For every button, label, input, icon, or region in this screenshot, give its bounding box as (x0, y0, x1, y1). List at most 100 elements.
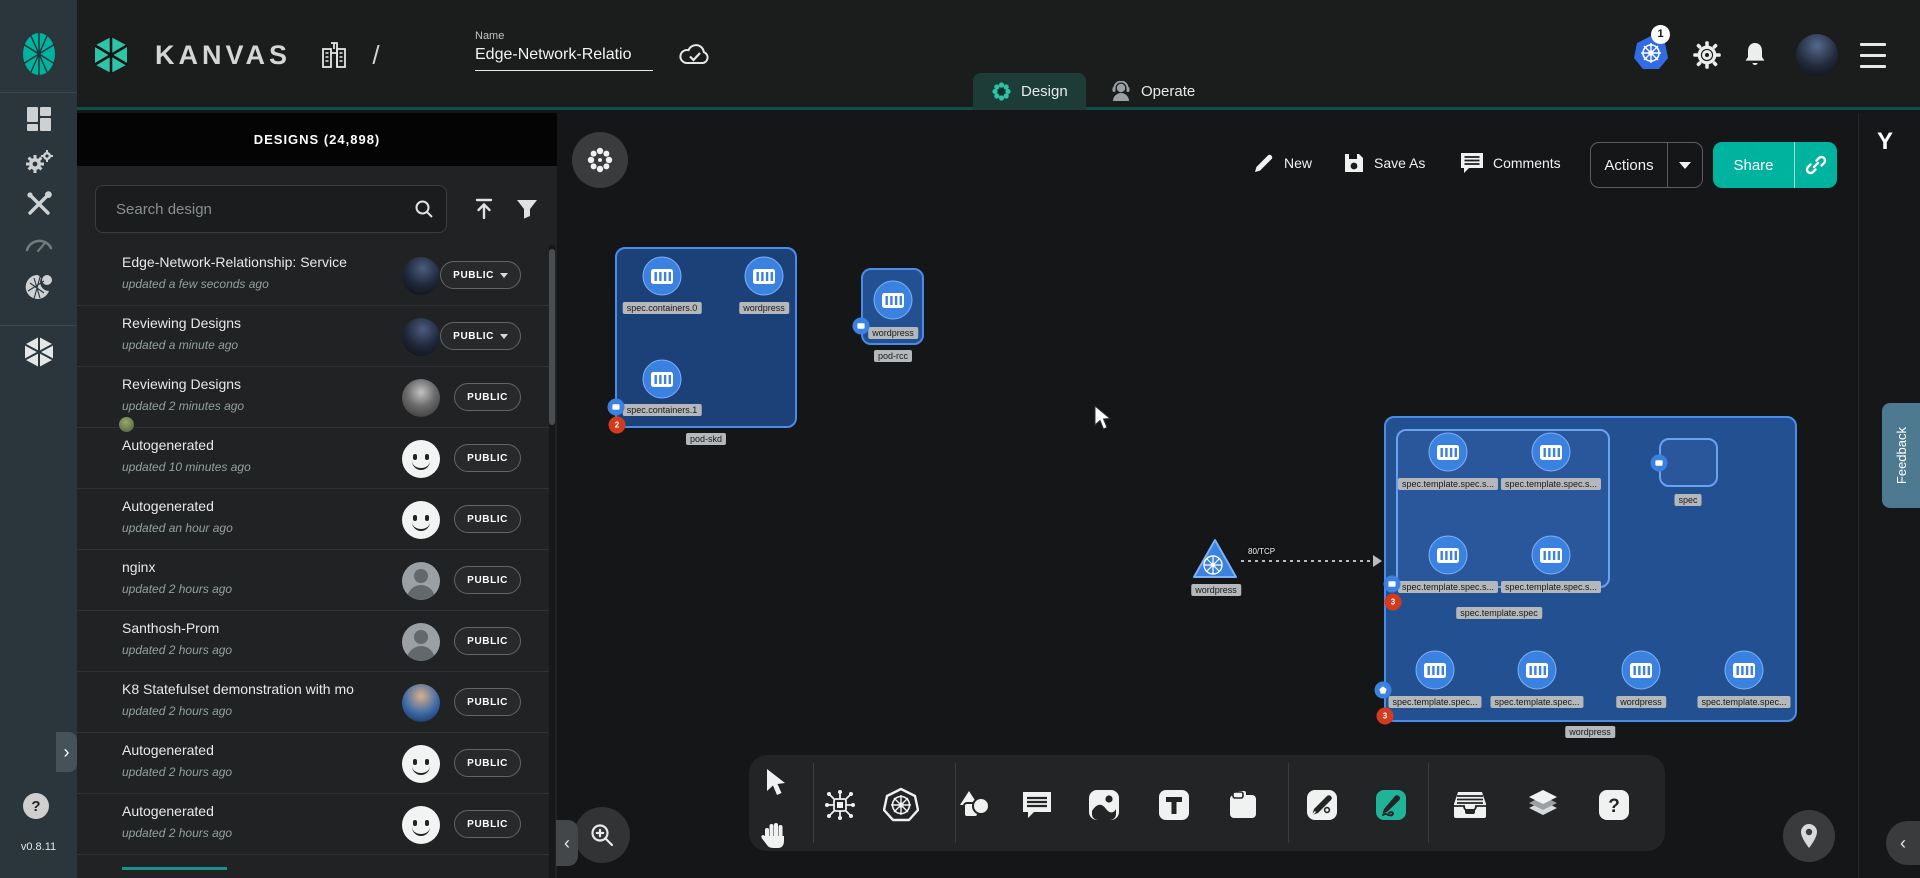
shapes-tool-icon[interactable] (949, 780, 999, 830)
design-owner-avatar[interactable] (402, 379, 440, 417)
search-icon[interactable] (414, 199, 434, 219)
layers-tool-icon[interactable] (1518, 780, 1568, 830)
menu-hamburger-icon[interactable] (1849, 0, 1897, 110)
visibility-badge[interactable]: PUBLIC (454, 444, 521, 472)
tab-design[interactable]: Design (973, 73, 1086, 110)
pod-status-badge[interactable] (1384, 576, 1401, 593)
design-list-item[interactable]: Autogeneratedupdated 2 hours agoPUBLIC (77, 794, 549, 855)
design-owner-avatar[interactable] (402, 806, 440, 844)
sidebar-item-dashboard[interactable] (0, 99, 77, 139)
design-owner-avatar[interactable] (402, 440, 440, 478)
container-node[interactable] (1621, 650, 1661, 690)
kubernetes-context-button[interactable]: 1 (1629, 0, 1673, 110)
pin-button[interactable] (1783, 810, 1835, 862)
settings-gear-icon[interactable] (1685, 0, 1729, 110)
filter-funnel-button[interactable] (509, 191, 545, 227)
container-node[interactable] (1415, 650, 1455, 690)
design-owner-avatar[interactable] (402, 318, 440, 356)
tab-operate[interactable]: Operate (1092, 73, 1213, 110)
component-tool-icon[interactable] (815, 780, 865, 830)
pod-status-badge[interactable] (608, 399, 625, 416)
new-design-button[interactable]: New (1253, 152, 1312, 174)
pod-status-badge[interactable] (1651, 455, 1668, 472)
container-node[interactable] (1531, 432, 1571, 472)
kubernetes-tool-icon[interactable] (876, 780, 926, 830)
design-list-item[interactable]: Autogeneratedupdated 10 minutes agoPUBLI… (77, 428, 549, 489)
design-list-item[interactable]: Reviewing Designsupdated 2 minutes agoPU… (77, 367, 549, 428)
deployment-status-badge[interactable] (1375, 682, 1392, 699)
comment-tool-icon[interactable] (1012, 780, 1062, 830)
visibility-badge[interactable]: PUBLIC (454, 749, 521, 777)
visibility-badge[interactable]: PUBLIC (454, 627, 521, 655)
sidebar-item-configuration[interactable] (0, 184, 77, 224)
design-owner-avatar[interactable] (402, 745, 440, 783)
visibility-badge[interactable]: PUBLIC (454, 688, 521, 716)
history-branch-icon[interactable]: Y (1877, 128, 1893, 156)
design-owner-avatar[interactable] (402, 684, 440, 722)
service-edge[interactable] (1241, 560, 1375, 562)
design-list-item[interactable]: Santhosh-Promupdated 2 hours agoPUBLIC (77, 611, 549, 672)
design-list-item[interactable]: Reviewing Designsupdated a minute agoPUB… (77, 306, 549, 367)
share-split-button[interactable]: Share (1713, 142, 1837, 188)
error-count-badge[interactable]: 3 (1377, 708, 1394, 725)
zoom-in-button[interactable] (574, 807, 630, 863)
expand-sidebar-button[interactable]: › (56, 732, 77, 772)
container-node[interactable] (1517, 650, 1557, 690)
panel-scrollbar[interactable] (549, 245, 555, 878)
design-list-item[interactable]: Autogeneratedupdated 2 hours agoPUBLIC (77, 733, 549, 794)
visibility-badge[interactable]: PUBLIC (454, 383, 521, 411)
visibility-badge[interactable]: PUBLIC (440, 261, 521, 289)
help-button[interactable]: ? (23, 793, 49, 819)
freehand-tool-icon[interactable] (1366, 780, 1416, 830)
container-node[interactable] (642, 359, 682, 399)
canvas-app-button[interactable] (572, 132, 628, 188)
design-search-input[interactable] (116, 201, 414, 218)
sidebar-item-performance[interactable] (0, 224, 77, 264)
pan-tool-icon[interactable] (749, 808, 799, 858)
container-node[interactable] (1428, 432, 1468, 472)
node-spec[interactable] (1659, 438, 1718, 487)
container-node[interactable] (744, 256, 784, 296)
scroll-to-top-button[interactable] (466, 191, 502, 227)
select-tool-icon[interactable] (749, 757, 799, 807)
pen-tool-icon[interactable] (1297, 780, 1347, 830)
error-count-badge[interactable]: 3 (1385, 594, 1402, 611)
design-list-item[interactable]: K8 Statefulset demonstration with moupda… (77, 672, 549, 733)
visibility-badge[interactable]: PUBLIC (440, 322, 521, 350)
note-tool-icon[interactable] (1218, 780, 1268, 830)
sidebar-item-kanvas[interactable] (0, 332, 77, 372)
container-node[interactable] (1531, 535, 1571, 575)
notifications-bell-icon[interactable] (1733, 0, 1777, 110)
container-node[interactable] (873, 280, 913, 320)
user-avatar[interactable] (1789, 0, 1845, 110)
organization-icon[interactable] (317, 0, 351, 110)
sidebar-item-lifecycle[interactable] (0, 142, 77, 182)
container-node[interactable] (1724, 650, 1764, 690)
text-tool-icon[interactable] (1149, 780, 1199, 830)
comments-button[interactable]: Comments (1460, 152, 1561, 174)
image-tool-icon[interactable] (1079, 780, 1129, 830)
collapse-panel-button[interactable]: ‹ (556, 820, 578, 866)
visibility-badge[interactable]: PUBLIC (454, 505, 521, 533)
design-owner-avatar[interactable] (402, 257, 440, 295)
design-owner-avatar[interactable] (402, 501, 440, 539)
design-owner-avatar[interactable] (402, 562, 440, 600)
meshery-logo-icon[interactable] (0, 30, 77, 78)
design-owner-avatar[interactable] (402, 623, 440, 661)
container-node[interactable] (1428, 535, 1468, 575)
help-tool-icon[interactable]: ? (1589, 780, 1639, 830)
drawer-tool-icon[interactable] (1445, 780, 1495, 830)
design-list-item[interactable]: Autogeneratedupdated an hour agoPUBLIC (77, 489, 549, 550)
node-service-wordpress[interactable] (1192, 538, 1238, 585)
visibility-badge[interactable]: PUBLIC (454, 566, 521, 594)
visibility-badge[interactable]: PUBLIC (454, 810, 521, 838)
sidebar-item-extensions[interactable] (0, 268, 77, 308)
feedback-tab[interactable]: Feedback (1882, 403, 1920, 508)
design-name-input[interactable] (475, 42, 653, 71)
pod-status-badge[interactable] (853, 318, 870, 335)
design-list-item[interactable]: Edge-Network-Relationship: Serviceupdate… (77, 245, 549, 306)
actions-split-button[interactable]: Actions (1590, 142, 1703, 188)
container-node[interactable] (642, 256, 682, 296)
design-list-item[interactable]: nginxupdated 2 hours agoPUBLIC (77, 550, 549, 611)
save-as-button[interactable]: Save As (1343, 152, 1425, 174)
